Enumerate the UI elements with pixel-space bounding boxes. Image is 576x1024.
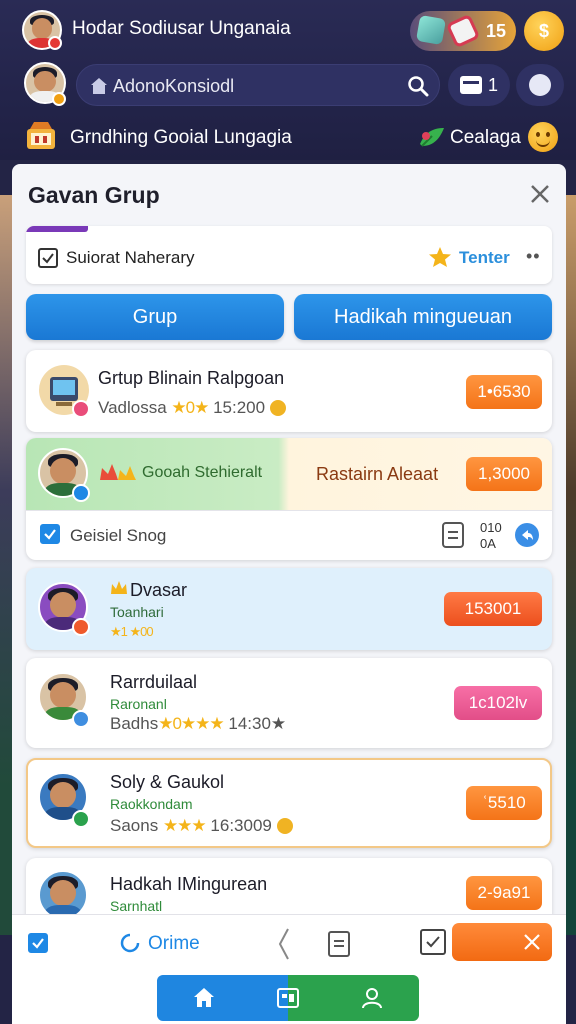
card-badge-icon bbox=[72, 810, 90, 828]
price-button[interactable]: ʿ5510 bbox=[466, 786, 542, 820]
select-all-checkbox[interactable] bbox=[28, 933, 48, 953]
price-button[interactable]: 1c102lv bbox=[454, 686, 542, 720]
group-modal: Gavan Grup Suiorat Naherary Tenter •• Gr… bbox=[12, 164, 566, 1024]
search-bar[interactable] bbox=[76, 64, 440, 106]
bottom-nav bbox=[157, 975, 419, 1021]
user-name: Hodar Sodiusar Unganaia bbox=[72, 18, 291, 39]
section-row: Grndhing Gooial Lungagia Cealaga bbox=[0, 116, 576, 160]
board-icon[interactable] bbox=[275, 985, 301, 1011]
card-badge-icon bbox=[72, 618, 90, 636]
tab-group[interactable]: Grup bbox=[26, 294, 284, 340]
search-icon[interactable] bbox=[407, 75, 429, 97]
price-button[interactable]: 1,3000 bbox=[466, 457, 542, 491]
leaf-icon bbox=[420, 128, 444, 147]
card-badge-icon bbox=[72, 710, 90, 728]
section-title: Grndhing Gooial Lungagia bbox=[70, 127, 292, 148]
group-subtitle: Toanhari bbox=[110, 604, 164, 620]
group-name-right: Rastairn Aleaat bbox=[316, 464, 439, 484]
select-checkbox[interactable] bbox=[40, 524, 60, 544]
group-meta: Vadlossa ★0★ 15:200 bbox=[98, 398, 286, 418]
notes-icon[interactable] bbox=[328, 931, 350, 957]
tab-gift[interactable]: Hadikah mingueuan bbox=[294, 294, 552, 340]
group-list-item[interactable]: Rarrduilaal Raronanl Badhs★0★★★ 14:30★ 1… bbox=[26, 658, 552, 748]
group-name: Grtup Blinain Ralpgoan bbox=[98, 368, 285, 388]
trend-link[interactable]: Tenter bbox=[459, 248, 510, 268]
friend-badge-icon bbox=[52, 92, 66, 106]
card-badge-icon bbox=[72, 400, 90, 418]
card-badge-icon bbox=[72, 484, 90, 502]
home-icon bbox=[91, 78, 107, 94]
more-options-icon[interactable]: •• bbox=[526, 246, 541, 267]
checklist-icon[interactable] bbox=[420, 929, 446, 955]
reply-icon[interactable] bbox=[514, 522, 540, 548]
currency-pill[interactable]: 15 bbox=[410, 11, 516, 51]
filter-card: Suiorat Naherary Tenter •• bbox=[26, 226, 552, 284]
group-subtitle: Sarnhatl bbox=[110, 898, 163, 914]
group-name: Soly & Gaukol bbox=[110, 772, 225, 792]
price-button[interactable]: 153001 bbox=[444, 592, 542, 626]
group-list-item[interactable]: Soly & Gaukol Raokkondam Saons ★★★ 16:30… bbox=[26, 758, 552, 848]
filter-label: Suiorat Naherary bbox=[66, 248, 195, 267]
group-name: Hadkah IMingurean bbox=[110, 874, 268, 894]
coin-shop-button[interactable]: $ bbox=[524, 11, 564, 51]
group-name: Rarrduilaal bbox=[110, 672, 198, 692]
time-top: 010 bbox=[480, 520, 502, 535]
inbox-count: 1 bbox=[488, 75, 499, 95]
profile-badge-icon bbox=[48, 36, 62, 50]
profile-icon[interactable] bbox=[359, 985, 385, 1011]
gem-icon bbox=[415, 14, 447, 46]
chat-button[interactable] bbox=[516, 64, 564, 106]
group-meta: Saons ★★★ 16:3009 bbox=[110, 816, 293, 836]
document-icon[interactable] bbox=[442, 522, 464, 548]
profile-row: Hodar Sodiusar Unganaia 15 $ bbox=[0, 6, 576, 52]
group-list-item[interactable]: Grtup Blinain Ralpgoan Vadlossa ★0★ 15:2… bbox=[26, 350, 552, 432]
price-button[interactable]: 1•6530 bbox=[466, 375, 542, 409]
cancel-button[interactable] bbox=[452, 923, 552, 961]
footer-bar: Orime bbox=[12, 914, 566, 1024]
coin-icon bbox=[276, 818, 293, 834]
select-label: Geisiel Snog bbox=[70, 526, 167, 545]
group-list-item-split[interactable]: Gooah Stehieralt Rastairn Aleaat 1,3000 … bbox=[26, 438, 552, 560]
online-label[interactable]: Orime bbox=[148, 933, 200, 955]
time-bottom: 0A bbox=[480, 536, 496, 551]
group-meta: Badhs★0★★★ 14:30★ bbox=[110, 714, 287, 733]
search-input[interactable] bbox=[113, 73, 403, 99]
group-rating: ★1 ★00 bbox=[110, 624, 154, 639]
smiley-icon[interactable] bbox=[528, 122, 558, 152]
group-subtitle: Raokkondam bbox=[110, 796, 193, 812]
shop-icon[interactable] bbox=[24, 120, 58, 152]
filter-accent-bar bbox=[26, 226, 88, 232]
chevron-left-icon[interactable] bbox=[276, 927, 290, 961]
filter-checkbox[interactable] bbox=[38, 248, 58, 268]
inbox-icon bbox=[460, 76, 482, 94]
coin-icon bbox=[269, 400, 286, 416]
ticket-icon bbox=[445, 13, 481, 49]
close-icon[interactable] bbox=[528, 182, 552, 206]
member-avatar[interactable] bbox=[38, 870, 88, 920]
price-button[interactable]: 2-9a91 bbox=[466, 876, 542, 910]
coin-count: 15 bbox=[486, 21, 507, 41]
crown-icon bbox=[100, 464, 136, 480]
star-icon bbox=[429, 247, 451, 267]
crown-icon bbox=[111, 581, 127, 594]
section-right-label[interactable]: Cealaga bbox=[450, 127, 521, 149]
online-status-icon bbox=[120, 933, 140, 953]
search-row: 1 bbox=[0, 58, 576, 112]
home-icon[interactable] bbox=[191, 985, 217, 1011]
chat-bubble-icon bbox=[529, 74, 551, 96]
group-list-item[interactable]: Dvasar Toanhari ★1 ★00 153001 bbox=[26, 568, 552, 650]
group-name: Dvasar bbox=[130, 580, 188, 600]
close-icon bbox=[524, 934, 540, 950]
modal-title: Gavan Grup bbox=[28, 182, 160, 208]
group-name-left: Gooah Stehieralt bbox=[142, 464, 263, 481]
top-bar: Hodar Sodiusar Unganaia 15 $ 1 bbox=[0, 0, 576, 160]
inbox-button[interactable]: 1 bbox=[448, 64, 510, 106]
group-subtitle: Raronanl bbox=[110, 696, 167, 712]
